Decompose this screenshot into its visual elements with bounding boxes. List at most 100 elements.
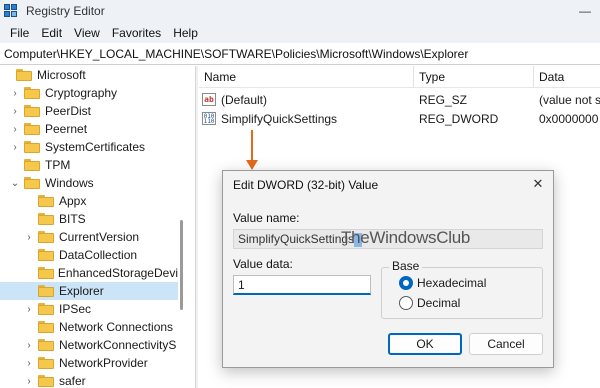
chevron-right-icon[interactable]: ›	[24, 232, 34, 243]
value-name: (Default)	[221, 93, 268, 107]
tree-item-peerdist[interactable]: › PeerDist	[0, 102, 178, 120]
tree-item-appx[interactable]: Appx	[0, 192, 178, 210]
tree-item-label: Appx	[59, 194, 87, 208]
folder-icon	[38, 231, 54, 243]
list-header: Name Type Data	[199, 66, 600, 88]
key-tree: Microsoft › Cryptography › PeerDist › Peernet ›…	[0, 66, 190, 388]
chevron-right-icon[interactable]: ›	[10, 124, 20, 135]
dialog-title: Edit DWORD (32-bit) Value	[233, 178, 379, 192]
value-name-text: SimplifyQuickSettings	[238, 232, 355, 246]
tree-item-label: Network Connections	[59, 320, 174, 334]
chevron-down-icon[interactable]: ⌄	[10, 178, 20, 189]
folder-icon	[24, 177, 40, 189]
chevron-right-icon[interactable]: ›	[24, 358, 34, 369]
folder-icon	[38, 249, 54, 261]
menu-view[interactable]: View	[68, 26, 106, 40]
tree-scrollbar-thumb[interactable]	[180, 220, 183, 310]
value-data-label: Value data:	[233, 257, 293, 271]
tree-item-label: Microsoft	[37, 68, 86, 82]
base-group	[381, 267, 543, 319]
folder-icon	[24, 159, 40, 171]
tree-item-peernet[interactable]: › Peernet	[0, 120, 178, 138]
annotation-arrow-down	[246, 130, 258, 170]
column-data-header[interactable]: Data	[539, 70, 564, 84]
value-data-input[interactable]: 1	[233, 275, 371, 295]
tree-item-enhancedstoragedevi[interactable]: EnhancedStorageDevi	[0, 264, 178, 282]
tree-item-label: TPM	[45, 158, 71, 172]
folder-icon	[37, 267, 54, 279]
chevron-right-icon[interactable]: ›	[10, 106, 20, 117]
chevron-right-icon[interactable]: ›	[10, 142, 20, 153]
tree-item-label: CurrentVersion	[59, 230, 140, 244]
column-type-header[interactable]: Type	[419, 70, 445, 84]
tree-item-cryptography[interactable]: › Cryptography	[0, 84, 178, 102]
hexadecimal-label[interactable]: Hexadecimal	[417, 276, 486, 290]
chevron-right-icon[interactable]: ›	[24, 304, 34, 315]
registry-editor-icon	[4, 4, 18, 18]
tree-item-currentversion[interactable]: › CurrentVersion	[0, 228, 178, 246]
title-bar: Registry Editor —	[0, 0, 600, 22]
cancel-button[interactable]: Cancel	[469, 333, 543, 355]
folder-icon	[24, 123, 40, 135]
address-bar[interactable]: Computer\HKEY_LOCAL_MACHINE\SOFTWARE\Pol…	[0, 43, 600, 65]
list-row[interactable]: 010 110 SimplifyQuickSettings REG_DWORD …	[199, 110, 600, 128]
watermark: TheWindowsClub	[341, 228, 471, 247]
window-title: Registry Editor	[26, 4, 105, 18]
tree-item-label: NetworkProvider	[59, 356, 148, 370]
tree-item-label: SystemCertificates	[45, 140, 146, 154]
tree-item-networkconnectivitys[interactable]: › NetworkConnectivityS	[0, 336, 178, 354]
folder-icon	[16, 69, 32, 81]
decimal-radio[interactable]	[399, 296, 413, 310]
close-icon[interactable]: ✕	[529, 175, 547, 193]
chevron-right-icon[interactable]: ›	[24, 376, 34, 387]
menu-bar: File Edit View Favorites Help	[0, 22, 600, 43]
tree-item-tpm[interactable]: TPM	[0, 156, 178, 174]
edit-dword-dialog: Edit DWORD (32-bit) Value ✕ Value name: …	[222, 170, 554, 368]
tree-item-label: Peernet	[45, 122, 88, 136]
folder-icon	[38, 285, 54, 297]
pane-splitter[interactable]	[195, 66, 198, 388]
tree-item-label: NetworkConnectivityS	[59, 338, 177, 352]
tree-item-label: Cryptography	[45, 86, 118, 100]
folder-icon	[38, 375, 54, 387]
value-type: REG_DWORD	[419, 112, 499, 126]
tree-item-label: safer	[59, 374, 86, 388]
hexadecimal-radio[interactable]	[399, 276, 413, 290]
folder-icon	[24, 105, 40, 117]
chevron-right-icon[interactable]: ›	[24, 340, 34, 351]
tree-item-bits[interactable]: BITS	[0, 210, 178, 228]
menu-favorites[interactable]: Favorites	[106, 26, 167, 40]
menu-edit[interactable]: Edit	[35, 26, 68, 40]
folder-icon	[24, 87, 40, 99]
value-data: (value not s	[539, 93, 600, 107]
menu-file[interactable]: File	[4, 26, 35, 40]
list-row[interactable]: ab (Default) REG_SZ (value not s	[199, 91, 600, 109]
column-name-header[interactable]: Name	[204, 70, 236, 84]
tree-item-networkprovider[interactable]: › NetworkProvider	[0, 354, 178, 372]
tree-item-microsoft[interactable]: Microsoft	[0, 66, 178, 84]
dword-value-icon: 010 110	[202, 112, 216, 125]
value-name-label: Value name:	[233, 211, 300, 225]
tree-item-windows[interactable]: ⌄ Windows	[0, 174, 178, 192]
ok-button[interactable]: OK	[388, 333, 462, 355]
tree-item-label: BITS	[59, 212, 86, 226]
menu-help[interactable]: Help	[167, 26, 204, 40]
folder-icon	[24, 141, 40, 153]
tree-item-systemcertificates[interactable]: › SystemCertificates	[0, 138, 178, 156]
decimal-label[interactable]: Decimal	[417, 296, 460, 310]
chevron-right-icon[interactable]: ›	[10, 88, 20, 99]
value-type: REG_SZ	[419, 93, 468, 107]
tree-item-ipsec[interactable]: › IPSec	[0, 300, 178, 318]
minimize-button[interactable]: —	[570, 0, 600, 22]
tree-item-network-connections[interactable]: Network Connections	[0, 318, 178, 336]
tree-item-datacollection[interactable]: DataCollection	[0, 246, 178, 264]
tree-item-label: IPSec	[59, 302, 92, 316]
folder-icon	[38, 357, 54, 369]
base-label: Base	[389, 259, 423, 273]
tree-item-safer[interactable]: › safer	[0, 372, 178, 388]
folder-icon	[38, 195, 54, 207]
tree-item-label: Windows	[45, 176, 94, 190]
tree-item-explorer[interactable]: Explorer	[0, 282, 178, 300]
folder-icon	[38, 213, 54, 225]
folder-icon	[38, 339, 54, 351]
